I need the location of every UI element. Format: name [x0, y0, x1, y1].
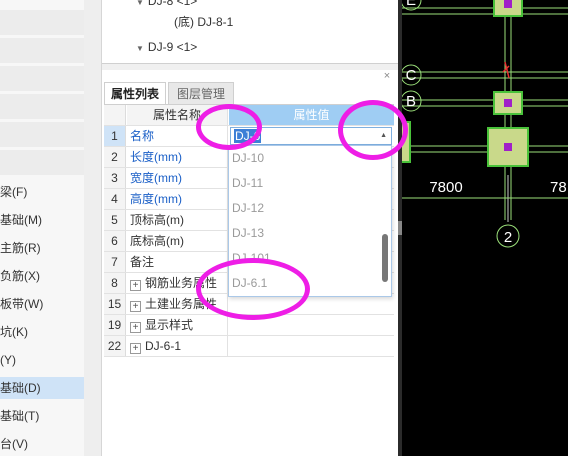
property-group-dj6-1[interactable]: + DJ-6-1 [127, 336, 228, 356]
property-group-display[interactable]: + 显示样式 [127, 315, 228, 335]
cad-viewport[interactable]: E C B 2 7800 78 [398, 0, 568, 456]
nav-item-negative-rebar[interactable]: 负筋(X) [0, 265, 84, 287]
nav-item-slab-strip[interactable]: 板带(W) [0, 293, 84, 315]
dimension-text: 78 [550, 179, 567, 196]
expand-plus-icon[interactable]: + [130, 301, 141, 312]
row-number: 22 [104, 336, 126, 356]
tab-property-list[interactable]: 属性列表 [104, 82, 166, 104]
property-name: 宽度(mm) [127, 168, 228, 188]
axis-label: E [406, 0, 416, 9]
tab-layer-management[interactable]: 图层管理 [168, 82, 234, 104]
close-icon[interactable]: × [381, 70, 393, 82]
nav-item-foundation-t[interactable]: 基础(T) [0, 405, 84, 427]
tree-node-dj8[interactable]: ▼ DJ-8 <1> [136, 0, 197, 11]
dropdown-option[interactable]: DJ-11 [232, 173, 263, 193]
row-number: 2 [104, 147, 126, 167]
dropdown-scrollbar[interactable] [382, 234, 388, 282]
column[interactable] [504, 143, 512, 151]
nav-item-y[interactable]: (Y) [0, 349, 84, 371]
expand-triangle-icon[interactable]: ▼ [136, 44, 144, 53]
property-name: 高度(mm) [127, 189, 228, 209]
row-number: 19 [104, 315, 126, 335]
column[interactable] [504, 0, 512, 8]
row-number: 6 [104, 231, 126, 251]
annotation-circle [338, 100, 408, 160]
nav-placeholder [0, 94, 84, 119]
cad-drawing: E C B 2 7800 78 [398, 0, 568, 248]
annotation-circle [196, 104, 262, 150]
nav-item-main-rebar[interactable]: 主筋(R) [0, 237, 84, 259]
tree-node-dj9[interactable]: ▼ DJ-9 <1> [136, 37, 197, 57]
nav-item-beam[interactable]: 梁(F) [0, 181, 84, 203]
dimension-text: 7800 [429, 179, 462, 196]
panel-divider [102, 64, 398, 70]
expand-triangle-icon[interactable]: ▼ [136, 0, 144, 7]
nav-item-platform-v[interactable]: 台(V) [0, 433, 84, 455]
nav-placeholder [0, 66, 84, 91]
grid-header-num [104, 105, 126, 125]
axis-label: C [406, 67, 417, 84]
nav-item-foundation-m[interactable]: 基础(M) [0, 209, 84, 231]
nav-gutter [84, 0, 102, 456]
row-number: 7 [104, 252, 126, 272]
row-number: 4 [104, 189, 126, 209]
axis-label: 2 [504, 229, 512, 246]
row-number: 15 [104, 294, 126, 314]
expand-plus-icon[interactable]: + [130, 280, 141, 291]
expand-plus-icon[interactable]: + [130, 343, 141, 354]
property-name: 底标高(m) [127, 231, 228, 251]
property-name: 长度(mm) [127, 147, 228, 167]
row-number: 3 [104, 168, 126, 188]
property-name: 顶标高(m) [127, 210, 228, 230]
annotation-circle [196, 258, 310, 320]
expand-plus-icon[interactable]: + [130, 322, 141, 333]
tree-node-dj8-1[interactable]: (底) DJ-8-1 [174, 12, 233, 32]
nav-placeholder [0, 122, 84, 147]
dropdown-option[interactable]: DJ-13 [232, 223, 264, 243]
nav-item-pit[interactable]: 坑(K) [0, 321, 84, 343]
dropdown-option[interactable]: DJ-12 [232, 198, 264, 218]
nav-placeholder [0, 10, 84, 35]
component-tree: ▼ DJ-8 <1> (底) DJ-8-1 ▼ DJ-9 <1> [102, 0, 398, 64]
row-number: 5 [104, 210, 126, 230]
table-row[interactable]: 22 + DJ-6-1 [104, 336, 394, 357]
row-number: 1 [104, 126, 126, 146]
row-number: 8 [104, 273, 126, 293]
nav-placeholder [0, 150, 84, 175]
column[interactable] [504, 99, 512, 107]
nav-placeholder [0, 38, 84, 63]
splitter-grip-icon[interactable] [398, 221, 402, 235]
property-grid: 属性名称 属性值 1 名称 DJ-6 ▲ 2 长度(mm) 3 宽度(mm) 4… [104, 104, 394, 357]
dropdown-option[interactable]: DJ-10 [232, 148, 264, 168]
nav-item-foundation-d[interactable]: 基础(D) [0, 377, 84, 399]
left-nav: 梁(F) 基础(M) 主筋(R) 负筋(X) 板带(W) 坑(K) (Y) 基础… [0, 0, 84, 456]
property-value[interactable] [229, 336, 394, 356]
axis-label: B [406, 93, 416, 110]
